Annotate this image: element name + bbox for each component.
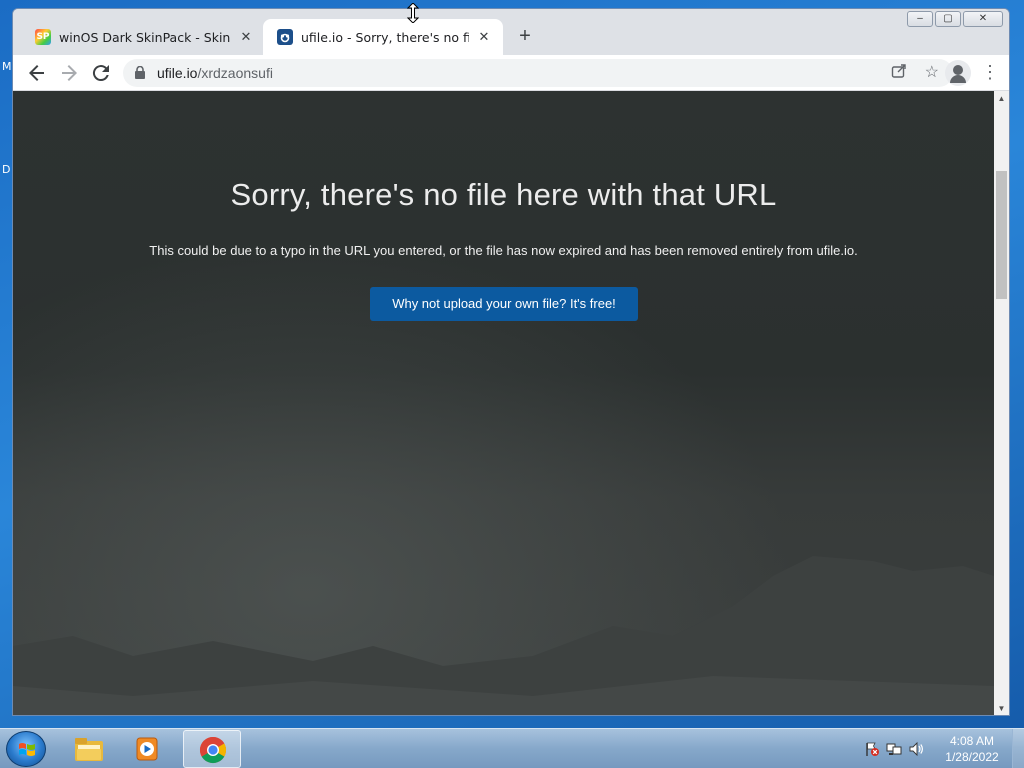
page-title: Sorry, there's no file here with that UR… — [230, 177, 777, 212]
maximize-button[interactable]: ▢ — [935, 11, 961, 27]
media-player-icon — [136, 737, 158, 761]
profile-avatar-icon[interactable] — [945, 60, 971, 86]
browser-toolbar: ufile.io/xrdzaonsufi ☆ ⋮ — [13, 55, 1009, 91]
volume-icon[interactable] — [908, 741, 924, 757]
back-arrow-icon[interactable] — [25, 61, 49, 85]
minimize-button[interactable]: – — [907, 11, 933, 27]
network-icon[interactable] — [886, 741, 902, 757]
forward-arrow-icon[interactable] — [57, 61, 81, 85]
vertical-scrollbar[interactable]: ▲ ▼ — [994, 91, 1009, 715]
scrollbar-thumb[interactable] — [996, 171, 1007, 299]
skinpack-icon: SP — [35, 29, 51, 45]
mountain-silhouette — [13, 556, 994, 715]
ufile-icon — [277, 29, 293, 45]
close-window-button[interactable]: ✕ — [963, 11, 1003, 27]
taskbar-app-explorer[interactable] — [60, 730, 118, 768]
lock-icon — [135, 66, 145, 79]
close-icon[interactable]: ✕ — [237, 30, 255, 45]
desktop-icon-label-fragment: D — [2, 163, 11, 176]
tab-ufile[interactable]: ufile.io - Sorry, there's no file here ✕ — [263, 19, 503, 55]
reload-icon[interactable] — [89, 61, 113, 85]
chrome-icon — [199, 736, 227, 764]
action-center-flag-icon[interactable] — [864, 741, 880, 757]
page-viewport: Sorry, there's no file here with that UR… — [13, 91, 994, 715]
menu-kebab-icon[interactable]: ⋮ — [981, 61, 999, 85]
show-desktop-button[interactable] — [1012, 729, 1024, 768]
tab-skinpack[interactable]: SP winOS Dark SkinPack - Skin Pack ✕ — [21, 19, 265, 55]
tab-title: winOS Dark SkinPack - Skin Pack — [59, 29, 231, 45]
tab-strip: SP winOS Dark SkinPack - Skin Pack ✕ ufi… — [13, 9, 1009, 55]
windows-logo-icon — [19, 743, 35, 756]
taskbar-app-chrome[interactable] — [183, 730, 241, 768]
upload-file-button[interactable]: Why not upload your own file? It's free! — [370, 287, 638, 321]
clock-date: 1/28/2022 — [945, 750, 999, 764]
taskbar-app-media-player[interactable] — [120, 730, 178, 768]
url-domain: ufile.io — [157, 65, 198, 81]
resize-cursor-icon — [407, 3, 419, 23]
close-icon[interactable]: ✕ — [475, 30, 493, 45]
system-tray: 4:08 AM 1/28/2022 — [854, 729, 1024, 768]
window-controls: – ▢ ✕ — [907, 11, 1003, 27]
system-clock[interactable]: 4:08 AM 1/28/2022 — [942, 733, 1002, 765]
desktop-icon-label-fragment: M — [2, 60, 12, 73]
new-tab-button[interactable]: + — [513, 25, 537, 49]
scroll-down-icon[interactable]: ▼ — [994, 701, 1009, 715]
tab-title: ufile.io - Sorry, there's no file here — [301, 29, 469, 45]
taskbar: 4:08 AM 1/28/2022 — [0, 728, 1024, 768]
error-description: This could be due to a typo in the URL y… — [149, 243, 858, 258]
start-button[interactable] — [6, 731, 46, 767]
bookmark-star-icon[interactable]: ☆ — [925, 62, 939, 82]
url-text: ufile.io/xrdzaonsufi — [157, 65, 273, 81]
scroll-up-icon[interactable]: ▲ — [994, 91, 1009, 106]
browser-window: SP winOS Dark SkinPack - Skin Pack ✕ ufi… — [12, 8, 1010, 716]
share-icon[interactable] — [891, 63, 907, 82]
clock-time: 4:08 AM — [949, 734, 995, 748]
file-explorer-icon — [75, 738, 103, 761]
address-bar[interactable]: ufile.io/xrdzaonsufi ☆ — [123, 59, 953, 87]
url-path: /xrdzaonsufi — [197, 65, 273, 81]
